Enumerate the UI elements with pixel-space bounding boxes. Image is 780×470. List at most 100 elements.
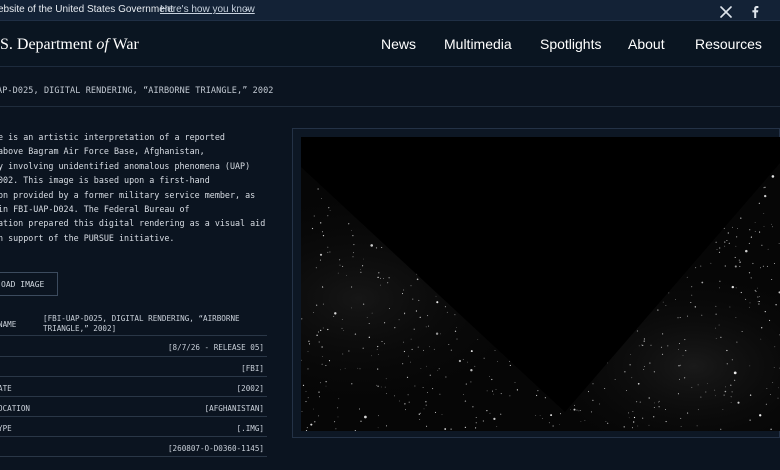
star	[734, 265, 737, 268]
x-logo-icon[interactable]	[720, 6, 732, 18]
star	[301, 318, 303, 320]
description-line: y involving unidentified anomalous pheno…	[0, 160, 251, 171]
heres-how-you-know-link[interactable]: Here's how you know	[160, 4, 255, 15]
star	[377, 427, 379, 429]
metadata-row: OCATION [AFGHANISTAN]	[0, 397, 267, 417]
star	[772, 226, 773, 228]
star	[422, 387, 424, 389]
star	[306, 427, 308, 429]
nav-news[interactable]: News	[381, 36, 416, 52]
metadata-value: [260807-O-D0360-1145]	[167, 444, 264, 453]
page-title: AP-D025, DIGITAL RENDERING, “AIRBORNE TR…	[0, 86, 274, 96]
star	[718, 324, 720, 326]
star	[366, 317, 368, 318]
star	[643, 369, 645, 371]
star	[763, 213, 765, 214]
star	[354, 333, 357, 335]
nav-resources[interactable]: Resources	[695, 36, 762, 52]
star	[715, 338, 717, 340]
star	[642, 344, 644, 347]
star	[494, 350, 496, 351]
star	[414, 385, 416, 387]
star	[514, 382, 516, 383]
description-line: on provided by a former military service…	[0, 189, 256, 200]
star	[659, 400, 660, 402]
title-strip: AP-D025, DIGITAL RENDERING, “AIRBORNE TR…	[0, 67, 780, 107]
star	[425, 401, 427, 403]
star	[477, 338, 479, 340]
star	[580, 421, 582, 423]
star	[406, 376, 409, 379]
star	[404, 312, 406, 314]
star	[340, 369, 341, 371]
star	[491, 378, 493, 381]
star	[318, 331, 319, 333]
star	[628, 417, 630, 419]
star	[351, 383, 353, 385]
star	[749, 302, 751, 304]
star	[718, 251, 721, 254]
star	[637, 382, 640, 385]
star	[320, 222, 322, 224]
star	[731, 226, 733, 228]
chevron-down-icon[interactable]: ⌄	[243, 3, 251, 14]
star	[333, 315, 335, 317]
star	[325, 365, 327, 366]
star	[334, 421, 336, 423]
star	[307, 397, 309, 399]
star	[420, 368, 422, 369]
star	[322, 303, 324, 305]
star	[700, 396, 702, 398]
star	[384, 386, 386, 388]
star	[338, 398, 340, 400]
star	[775, 304, 777, 306]
star	[662, 301, 664, 303]
star	[416, 278, 419, 281]
star	[678, 342, 680, 344]
star	[642, 417, 644, 419]
logo-prefix: .S. Department	[0, 36, 97, 53]
star	[321, 346, 323, 348]
star	[637, 425, 639, 427]
star	[759, 296, 760, 297]
metadata-key: NAME	[0, 320, 17, 329]
star	[734, 256, 736, 258]
star	[723, 394, 725, 396]
star	[536, 394, 538, 397]
star	[470, 381, 472, 383]
star	[316, 304, 318, 306]
star	[745, 249, 748, 253]
star	[378, 354, 379, 356]
star	[352, 235, 354, 237]
star	[694, 306, 696, 308]
download-image-button[interactable]: OAD IMAGE	[0, 272, 58, 296]
star	[516, 389, 518, 391]
star	[737, 228, 738, 229]
star	[441, 413, 443, 415]
nav-spotlights[interactable]: Spotlights	[540, 36, 601, 52]
star	[363, 258, 364, 260]
star	[362, 265, 364, 267]
star	[320, 329, 322, 331]
star	[623, 426, 625, 428]
star	[310, 423, 313, 426]
star	[715, 305, 717, 307]
star	[552, 425, 554, 427]
star	[625, 390, 627, 392]
star	[410, 338, 412, 340]
star	[638, 345, 640, 347]
star	[377, 368, 379, 370]
nav-multimedia[interactable]: Multimedia	[444, 36, 512, 52]
site-logo[interactable]: .S. Department of War	[0, 36, 139, 54]
star	[319, 396, 320, 398]
star	[707, 382, 709, 384]
facebook-icon[interactable]	[749, 5, 761, 18]
star	[408, 401, 410, 403]
nav-about[interactable]: About	[628, 36, 665, 52]
star	[322, 355, 323, 357]
star	[364, 415, 367, 419]
star	[715, 241, 717, 243]
star	[728, 242, 730, 244]
airborne-triangle-image[interactable]	[301, 137, 780, 431]
star	[714, 389, 716, 391]
